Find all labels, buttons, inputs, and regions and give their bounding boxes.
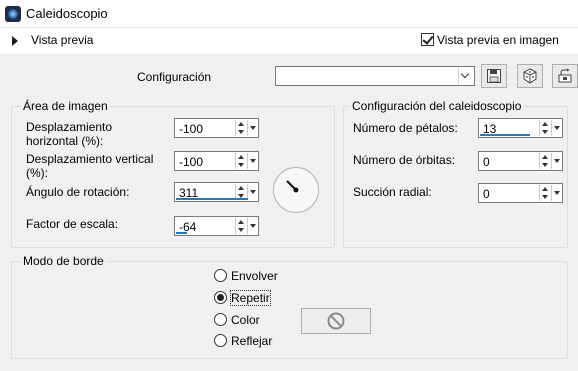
vertical-offset-label: Desplazamiento vertical (%):: [26, 152, 154, 180]
dropdown-arrow-icon[interactable]: [551, 185, 561, 201]
horizontal-offset-value[interactable]: -100: [179, 122, 203, 136]
radial-suction-label: Succión radial:: [353, 185, 432, 199]
dropdown-arrow-icon[interactable]: [551, 153, 561, 169]
spin-arrows-icon[interactable]: [235, 153, 246, 169]
dropdown-arrow-icon[interactable]: [247, 153, 257, 169]
rotation-dial[interactable]: [273, 167, 319, 213]
rotation-angle-spinner[interactable]: 311: [174, 182, 259, 202]
rotation-angle-label: Ángulo de rotación:: [26, 185, 130, 199]
no-color-icon: [327, 312, 345, 330]
title-bar: Caleidoscopio: [0, 0, 578, 28]
radial-suction-spinner[interactable]: 0: [478, 183, 563, 203]
petals-label: Número de pétalos:: [353, 121, 458, 135]
random-dice-icon: [523, 68, 537, 84]
rotation-angle-slider-fill: [176, 198, 248, 200]
scale-factor-label: Factor de escala:: [26, 217, 119, 231]
edge-option-label[interactable]: Envolver: [231, 269, 278, 283]
radio-button-selected[interactable]: [214, 291, 227, 304]
radio-button[interactable]: [214, 269, 227, 282]
reset-button[interactable]: [552, 64, 578, 88]
dropdown-arrow-icon[interactable]: [247, 184, 257, 200]
horizontal-offset-spinner[interactable]: -100: [174, 118, 259, 138]
spin-arrows-icon[interactable]: [235, 218, 246, 234]
scale-factor-slider-fill: [176, 232, 187, 234]
dropdown-arrow-icon[interactable]: [247, 218, 257, 234]
edge-mode-group: [11, 261, 568, 359]
petals-spinner[interactable]: 13: [478, 118, 563, 138]
save-icon: [487, 69, 501, 83]
horizontal-offset-label: Desplazamiento horizontal (%):: [26, 120, 113, 148]
expand-triangle-icon[interactable]: [12, 36, 18, 46]
orbits-spinner[interactable]: 0: [478, 151, 563, 171]
petals-slider-fill: [480, 134, 530, 136]
vertical-offset-spinner[interactable]: -100: [174, 151, 259, 171]
config-select[interactable]: [275, 66, 475, 86]
reset-icon: [558, 68, 572, 83]
rotation-dial-icon: [286, 180, 299, 193]
spin-arrows-icon[interactable]: [539, 185, 550, 201]
preview-bar: Vista previa Vista previa en imagen: [0, 28, 578, 54]
spin-arrows-icon[interactable]: [539, 120, 550, 136]
radio-button[interactable]: [214, 313, 227, 326]
preview-on-image-checkbox[interactable]: [421, 33, 434, 46]
spin-arrows-icon[interactable]: [539, 153, 550, 169]
edge-option-label[interactable]: Color: [231, 313, 260, 327]
window-title: Caleidoscopio: [26, 6, 108, 21]
preview-toggle-label[interactable]: Vista previa: [31, 33, 93, 47]
edge-mode-title: Modo de borde: [21, 254, 106, 268]
radio-button[interactable]: [214, 334, 227, 347]
app-icon: [5, 6, 21, 22]
image-area-title: Área de imagen: [21, 99, 110, 113]
save-preset-button[interactable]: [481, 64, 507, 88]
orbits-value[interactable]: 0: [483, 155, 490, 169]
randomize-button[interactable]: [517, 64, 543, 88]
scale-factor-spinner[interactable]: -64: [174, 216, 259, 236]
vertical-offset-value[interactable]: -100: [179, 155, 203, 169]
edge-color-swatch[interactable]: [301, 308, 371, 334]
dropdown-arrow-icon[interactable]: [551, 120, 561, 136]
kaleidoscope-title: Configuración del caleidoscopio: [350, 99, 524, 113]
spin-arrows-icon[interactable]: [235, 120, 246, 136]
preview-on-image-label[interactable]: Vista previa en imagen: [437, 33, 559, 47]
radial-suction-value[interactable]: 0: [483, 187, 490, 201]
edge-option-label[interactable]: Repetir: [230, 290, 271, 306]
chevron-down-icon[interactable]: [458, 68, 473, 84]
config-label: Configuración: [137, 70, 212, 84]
edge-option-label[interactable]: Reflejar: [231, 334, 272, 348]
dropdown-arrow-icon[interactable]: [247, 120, 257, 136]
orbits-label: Número de órbitas:: [353, 153, 456, 167]
